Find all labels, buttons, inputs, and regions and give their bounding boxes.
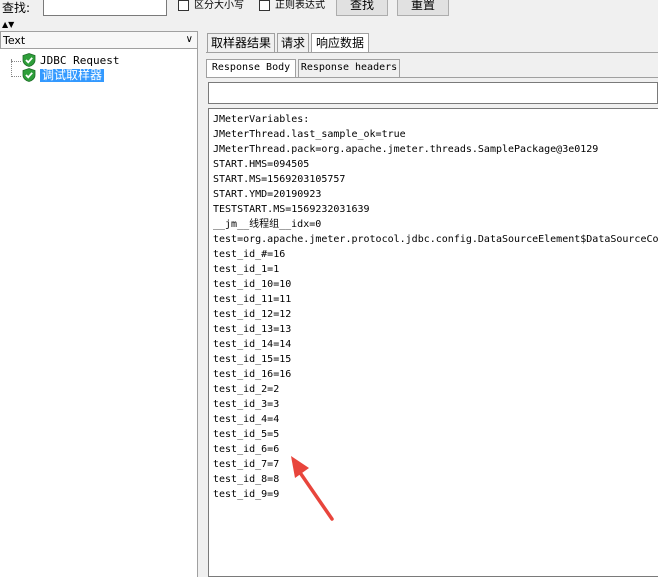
response-line: test_id_10=10 <box>213 279 292 290</box>
tree-item-debug-sampler[interactable]: 调试取样器 <box>40 69 105 82</box>
tree-item-jdbc-request[interactable]: JDBC Request <box>40 54 119 67</box>
response-line: test_id_12=12 <box>213 309 292 320</box>
response-line: test_id_5=5 <box>213 429 280 440</box>
case-sensitive-checkbox[interactable] <box>178 0 189 11</box>
tree-panel <box>0 31 198 577</box>
reset-button[interactable]: 重置 <box>397 0 449 16</box>
search-input[interactable] <box>43 0 167 16</box>
response-line: test=org.apache.jmeter.protocol.jdbc.con… <box>213 234 658 245</box>
subtab-response-body[interactable]: Response Body <box>206 59 296 77</box>
annotation-arrow-icon <box>291 456 334 521</box>
response-line: test_id_1=1 <box>213 264 280 275</box>
tree-connector <box>11 76 21 77</box>
regex-checkbox[interactable] <box>259 0 270 11</box>
response-line: test_id_6=6 <box>213 444 280 455</box>
response-lines: JMeterVariables: JMeterThread.last_sample… <box>213 112 658 502</box>
case-sensitive-label: 区分大小写 <box>194 0 244 11</box>
response-line: test_id_#=16 <box>213 249 286 260</box>
response-line: START.HMS=094505 <box>213 159 310 170</box>
panel-splitter[interactable] <box>198 31 206 577</box>
subtab-response-headers[interactable]: Response headers <box>298 59 400 77</box>
tab-sampler-result[interactable]: 取样器结果 <box>207 33 275 53</box>
renderer-select-value: Text <box>3 34 26 47</box>
tab-request[interactable]: 请求 <box>277 33 309 53</box>
response-line: test_id_16=16 <box>213 369 292 380</box>
tab-divider <box>206 52 658 53</box>
tab-response-data[interactable]: 响应数据 <box>311 33 369 53</box>
chevron-down-icon[interactable]: ∨ <box>186 33 193 46</box>
response-line: test_id_8=8 <box>213 474 280 485</box>
renderer-select[interactable]: Text ∨ <box>0 31 198 49</box>
splitter-arrows-icon[interactable]: ▲▼ <box>2 21 14 29</box>
response-line: JMeterVariables: <box>213 114 310 125</box>
response-line: test_id_14=14 <box>213 339 292 350</box>
response-line: TESTSTART.MS=1569232031639 <box>213 204 370 215</box>
regex-label: 正则表达式 <box>275 0 325 11</box>
response-line: __jm__线程组__idx=0 <box>213 219 322 230</box>
response-line: test_id_3=3 <box>213 399 280 410</box>
response-line: test_id_2=2 <box>213 384 280 395</box>
response-line: test_id_13=13 <box>213 324 292 335</box>
response-line: test_id_7=7 <box>213 459 280 470</box>
response-line: test_id_15=15 <box>213 354 292 365</box>
search-label: 查找: <box>2 1 31 15</box>
find-button[interactable]: 查找 <box>336 0 388 16</box>
success-shield-icon <box>22 53 36 67</box>
response-line: START.MS=1569203105757 <box>213 174 346 185</box>
success-shield-icon <box>22 68 36 82</box>
response-line: JMeterThread.pack=org.apache.jmeter.thre… <box>213 144 599 155</box>
response-line: test_id_9=9 <box>213 489 280 500</box>
response-body-text[interactable]: JMeterVariables: JMeterThread.last_sample… <box>208 108 658 577</box>
subtab-divider <box>206 77 658 78</box>
response-line: JMeterThread.last_sample_ok=true <box>213 129 406 140</box>
tree-connector <box>11 61 21 62</box>
response-line: test_id_4=4 <box>213 414 280 425</box>
response-line: test_id_11=11 <box>213 294 292 305</box>
response-search-field[interactable] <box>208 82 658 104</box>
response-line: START.YMD=20190923 <box>213 189 322 200</box>
